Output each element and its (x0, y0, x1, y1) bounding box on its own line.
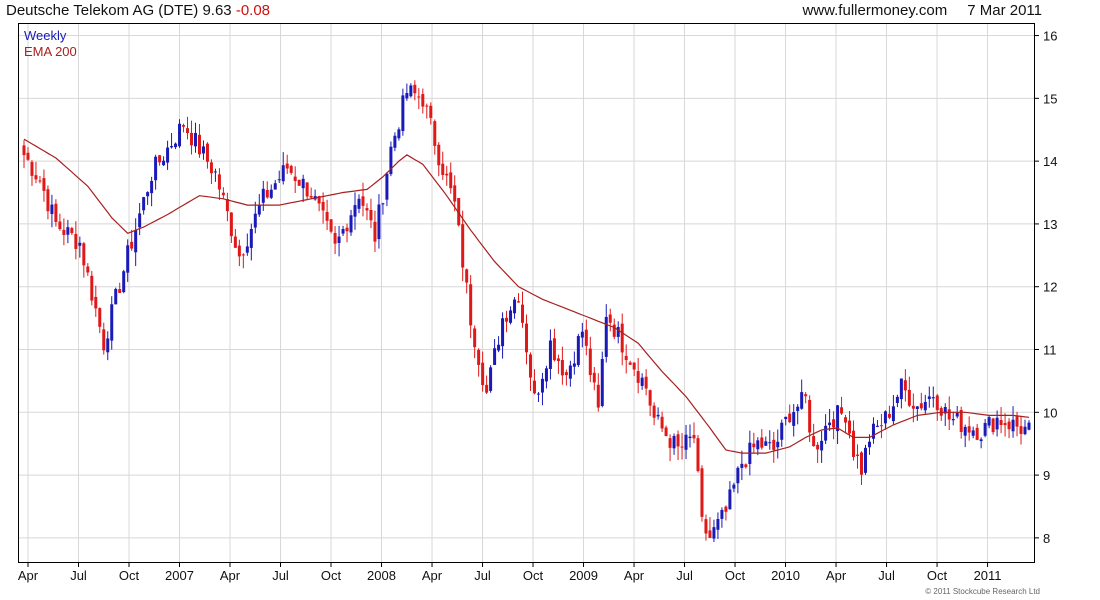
y-tick-label: 9 (1043, 468, 1050, 483)
y-tick-label: 12 (1043, 280, 1057, 295)
x-tick-label: 2009 (569, 568, 598, 583)
x-tick-label: Apr (624, 568, 645, 583)
x-tick-label: Jul (70, 568, 87, 583)
x-tick-label: Jul (474, 568, 491, 583)
legend: Weekly EMA 200 (24, 28, 77, 60)
x-tick-label: Oct (523, 568, 544, 583)
x-tick-label: Jul (878, 568, 895, 583)
x-tick-label: 2010 (771, 568, 800, 583)
x-tick-label: Jul (272, 568, 289, 583)
x-tick-label: Apr (18, 568, 39, 583)
x-tick-label: 2007 (165, 568, 194, 583)
x-tick-label: Apr (422, 568, 443, 583)
x-tick-label: Oct (927, 568, 948, 583)
y-tick-label: 8 (1043, 531, 1050, 546)
x-tick-label: Apr (826, 568, 847, 583)
y-tick-label: 14 (1043, 154, 1057, 169)
x-tick-label: Oct (725, 568, 746, 583)
x-tick-label: Jul (676, 568, 693, 583)
y-tick-label: 11 (1043, 343, 1057, 358)
y-tick-label: 16 (1043, 29, 1057, 44)
y-tick-label: 10 (1043, 405, 1057, 420)
legend-weekly: Weekly (24, 28, 67, 43)
y-tick-label: 15 (1043, 91, 1057, 106)
x-tick-label: Apr (220, 568, 241, 583)
x-tick-label: 2008 (367, 568, 396, 583)
x-tick-label: 2011 (974, 568, 1002, 583)
x-tick-label: Oct (119, 568, 140, 583)
x-tick-label: Oct (321, 568, 342, 583)
legend-ema: EMA 200 (24, 44, 77, 59)
plot-frame (18, 23, 1035, 563)
copyright: © 2011 Stockcube Research Ltd (925, 587, 1040, 596)
y-tick-label: 13 (1043, 217, 1057, 232)
